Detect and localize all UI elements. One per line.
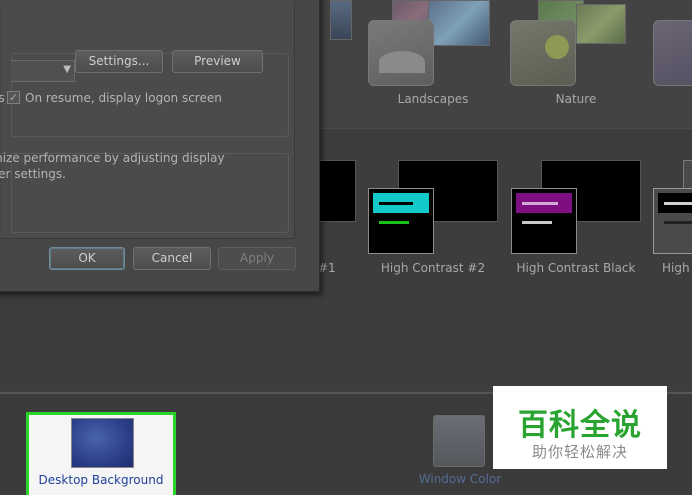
theme-high-contrast-white[interactable]: [653, 160, 692, 255]
apply-button: Apply: [218, 247, 296, 270]
personalization-window: Landscapes Nature #1 High Contrast #2 Hi…: [0, 0, 692, 495]
theme-label-high-contrast-1: #1: [318, 261, 336, 275]
screen-saver-select[interactable]: ▼: [11, 60, 75, 82]
desktop-background-thumbnail: [71, 418, 134, 468]
theme-label-landscapes: Landscapes: [397, 92, 469, 106]
watermark-logo: 百科全说 助你轻松解决: [493, 386, 667, 469]
power-text-line1: mize performance by adjusting display: [0, 151, 225, 165]
theme-high-contrast-black[interactable]: [511, 160, 643, 255]
theme-label-high-contrast-black: High Contrast Black: [516, 261, 636, 275]
resume-logon-checkbox[interactable]: ✓: [7, 91, 20, 104]
screen-saver-dialog: ▼ Settings... Preview es ✓ On resume, di…: [0, 0, 320, 292]
theme-landscapes[interactable]: [330, 0, 500, 90]
watermark-subtitle: 助你轻松解决: [531, 443, 628, 461]
desktop-background-button[interactable]: Desktop Background: [26, 412, 176, 495]
resume-logon-label: On resume, display logon screen: [25, 91, 222, 105]
wait-minutes-text: es: [0, 91, 5, 105]
theme-label-high-contrast-2: High Contrast #2: [380, 261, 486, 275]
cancel-button[interactable]: Cancel: [133, 247, 211, 270]
desktop-background-label: Desktop Background: [38, 473, 164, 487]
window-color-label[interactable]: Window Color: [405, 472, 515, 486]
window-color-button[interactable]: [433, 415, 485, 467]
theme-partial-right[interactable]: [653, 20, 692, 86]
theme-high-contrast-2[interactable]: [368, 160, 500, 255]
theme-nature[interactable]: [510, 0, 650, 90]
watermark-title: 百科全说: [518, 408, 642, 443]
dropdown-arrow-icon: ▼: [63, 64, 71, 75]
theme-label-high-contrast-white: High: [662, 261, 690, 275]
dialog-tab-panel: ▼ Settings... Preview es ✓ On resume, di…: [0, 1, 295, 239]
power-text-line2: ver settings.: [0, 167, 66, 181]
power-management-group: [11, 153, 289, 233]
theme-label-nature: Nature: [555, 92, 597, 106]
ok-button[interactable]: OK: [49, 247, 125, 270]
settings-button[interactable]: Settings...: [75, 50, 163, 73]
preview-button[interactable]: Preview: [172, 50, 263, 73]
